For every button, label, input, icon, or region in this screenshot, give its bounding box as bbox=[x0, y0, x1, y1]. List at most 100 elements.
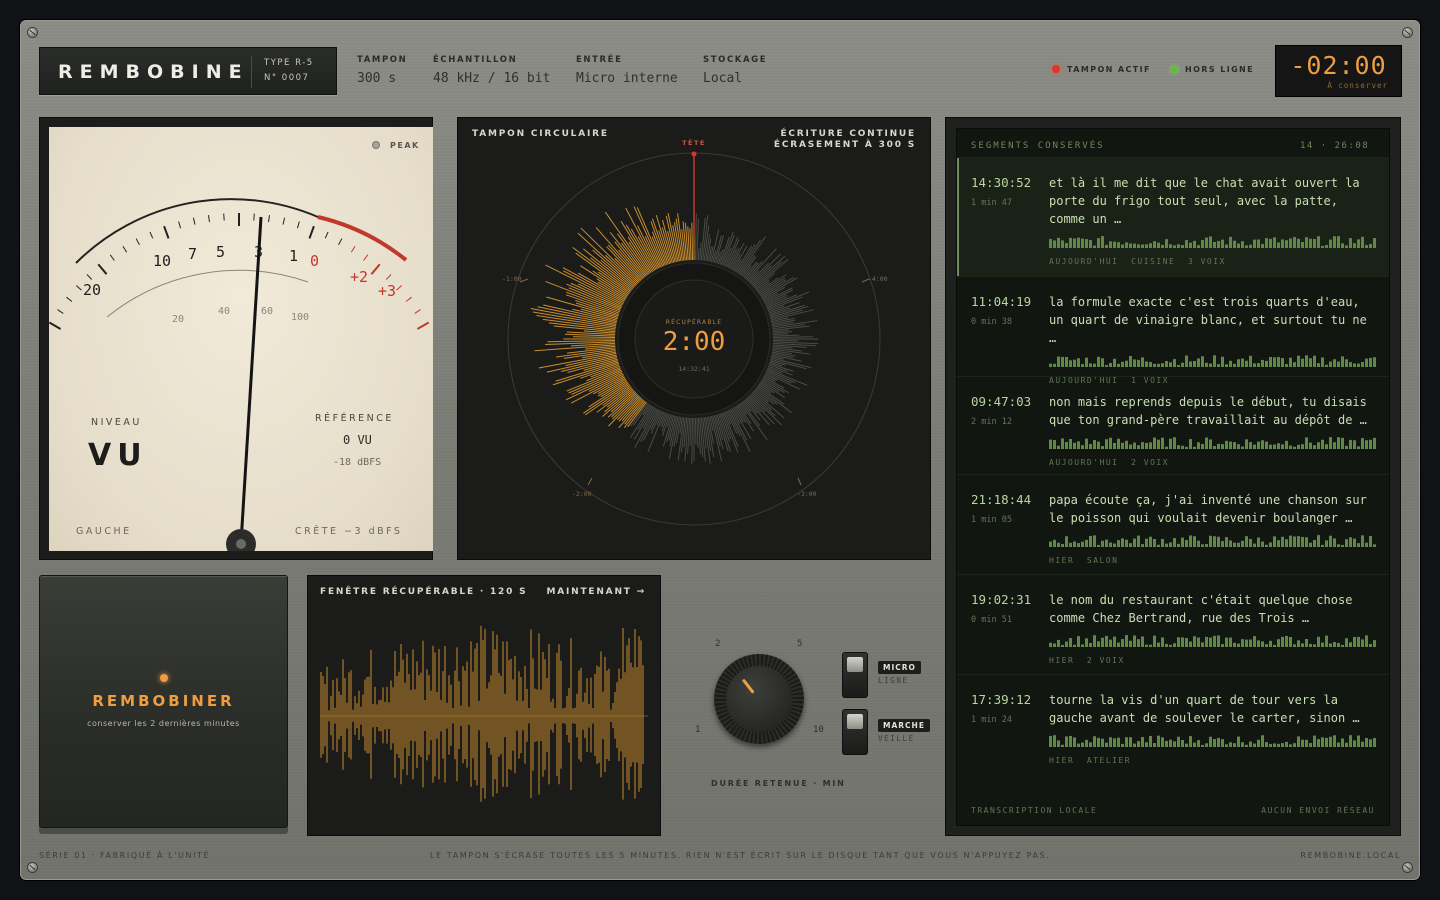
segment-wave-bar bbox=[1153, 437, 1156, 449]
segment-wave-bar bbox=[1165, 361, 1168, 367]
segment-wave-bar bbox=[1065, 356, 1068, 367]
segment-wave-bar bbox=[1337, 742, 1340, 747]
segment-wave-bar bbox=[1113, 358, 1116, 367]
segment-wave-bar bbox=[1141, 442, 1144, 449]
segment-wave-bar bbox=[1285, 741, 1288, 747]
segment-wave-bar bbox=[1205, 543, 1208, 547]
segment-wave-bar bbox=[1201, 544, 1204, 547]
vu-tick bbox=[416, 321, 430, 330]
ring-bar bbox=[772, 334, 800, 337]
segment-time: 11:04:19 bbox=[971, 294, 1032, 309]
segment-wave-bar bbox=[1341, 243, 1344, 248]
duration-knob-group: 2 5 1 10 DURÉE RETENUE · MIN bbox=[680, 630, 844, 790]
footer-series: SÉRIE 01 · FABRIQUÉ À L'UNITÉ bbox=[39, 851, 211, 860]
segment-wave-bar bbox=[1165, 543, 1168, 547]
segment-item[interactable]: 17:39:12 1 min 24 tourne la vis d'un quart… bbox=[957, 674, 1389, 774]
segment-wave-bar bbox=[1189, 361, 1192, 367]
segment-meta: AUJOURD'HUI 2 VOIX bbox=[1049, 458, 1170, 467]
ring-bar bbox=[772, 336, 814, 339]
segment-wave-bar bbox=[1221, 644, 1224, 647]
segment-wave-bar bbox=[1113, 543, 1116, 547]
transcript-line: non mais reprends depuis le début, tu di… bbox=[1049, 395, 1367, 409]
segment-wave-bar bbox=[1313, 445, 1316, 449]
segment-wave-bar bbox=[1325, 635, 1328, 647]
segment-wave-bar bbox=[1165, 239, 1168, 248]
segment-wave-bar bbox=[1213, 355, 1216, 367]
segment-wave-bar bbox=[1297, 640, 1300, 647]
segment-wave-bar bbox=[1117, 540, 1120, 547]
segment-wave-bar bbox=[1337, 437, 1340, 449]
segment-wave-bar bbox=[1193, 636, 1196, 647]
segment-wave-bar bbox=[1245, 639, 1248, 647]
segment-wave-bar bbox=[1281, 358, 1284, 367]
brand-serial: N° 0007 bbox=[264, 73, 310, 83]
segment-wave-bar bbox=[1353, 538, 1356, 547]
segment-item[interactable]: 11:04:19 0 min 38 la formule exacte c'est … bbox=[957, 276, 1389, 385]
segment-wave-bar bbox=[1209, 236, 1212, 248]
segment-wave-bar bbox=[1097, 356, 1100, 367]
segment-wave-bar bbox=[1333, 236, 1336, 248]
segment-waveform bbox=[1049, 236, 1376, 248]
segment-wave-bar bbox=[1121, 244, 1124, 248]
input-toggle-switch[interactable] bbox=[842, 652, 868, 698]
transcript-line: que ton grand-père travaillait au dépôt … bbox=[1049, 413, 1367, 427]
segment-wave-bar bbox=[1217, 443, 1220, 449]
segment-wave-bar bbox=[1189, 535, 1192, 547]
segment-wave-bar bbox=[1321, 544, 1324, 547]
segment-wave-bar bbox=[1305, 237, 1308, 248]
transcript-line: un quart de vinaigre blanc, et surtout t… bbox=[1049, 313, 1367, 327]
rewind-button[interactable]: REMBOBINER conserver les 2 dernières min… bbox=[39, 575, 288, 828]
vu-needle bbox=[239, 216, 263, 544]
segment-wave-bar bbox=[1329, 361, 1332, 367]
segment-wave-bar bbox=[1173, 359, 1176, 367]
power-toggle-switch[interactable] bbox=[842, 709, 868, 755]
segment-wave-bar bbox=[1317, 442, 1320, 449]
spec-label: ENTRÉE bbox=[576, 55, 623, 65]
segment-item[interactable]: 19:02:31 0 min 51 le nom du restaurant c'é… bbox=[957, 574, 1389, 674]
segment-wave-bar bbox=[1353, 740, 1356, 747]
segment-wave-bar bbox=[1373, 738, 1376, 747]
segment-wave-bar bbox=[1089, 363, 1092, 367]
segment-wave-bar bbox=[1273, 743, 1276, 747]
transcript-line: le poisson qui voulait devenir boulanger… bbox=[1049, 511, 1353, 525]
duration-knob[interactable] bbox=[714, 654, 804, 744]
segment-wave-bar bbox=[1249, 442, 1252, 449]
segment-wave-bar bbox=[1049, 238, 1052, 248]
segment-wave-bar bbox=[1193, 446, 1196, 449]
rewind-label: REMBOBINER bbox=[92, 692, 235, 710]
segment-wave-bar bbox=[1245, 536, 1248, 547]
segment-wave-bar bbox=[1141, 357, 1144, 367]
segment-wave-bar bbox=[1293, 236, 1296, 248]
countdown-display: -02:00 À conserver bbox=[1275, 45, 1402, 97]
segment-time: 19:02:31 bbox=[971, 592, 1032, 607]
segment-wave-bar bbox=[1265, 544, 1268, 547]
segment-wave-bar bbox=[1241, 540, 1244, 547]
segment-wave-bar bbox=[1057, 542, 1060, 547]
segment-wave-bar bbox=[1125, 440, 1128, 449]
segment-item[interactable]: 21:18:44 1 min 05 papa écoute ça, j'ai inv… bbox=[957, 474, 1389, 574]
segment-wave-bar bbox=[1321, 357, 1324, 367]
segment-wave-bar bbox=[1077, 636, 1080, 647]
segment-wave-bar bbox=[1313, 355, 1316, 367]
segment-time: 14:30:52 bbox=[971, 175, 1032, 190]
segment-item[interactable]: 09:47:03 2 min 12 non mais reprends depuis… bbox=[957, 376, 1389, 474]
segment-wave-bar bbox=[1169, 438, 1172, 449]
segment-wave-bar bbox=[1305, 639, 1308, 647]
segment-wave-bar bbox=[1157, 439, 1160, 449]
segment-wave-bar bbox=[1165, 740, 1168, 747]
brand-plate: REMBOBINE TYPE R-5 N° 0007 bbox=[39, 47, 337, 95]
segment-wave-bar bbox=[1173, 437, 1176, 449]
segment-wave-bar bbox=[1317, 636, 1320, 647]
vu-tick bbox=[135, 238, 140, 246]
segment-wave-bar bbox=[1373, 640, 1376, 647]
saved-segments-panel: SEGMENTS CONSERVÉS 14 · 26:08 14:30:52 1 … bbox=[945, 117, 1401, 836]
segment-wave-bar bbox=[1373, 544, 1376, 547]
segment-meta: HIER 2 VOIX bbox=[1049, 656, 1125, 665]
segment-wave-bar bbox=[1177, 637, 1180, 647]
knob-value-label: 2 bbox=[715, 639, 721, 649]
segment-wave-bar bbox=[1233, 363, 1236, 367]
segment-wave-bar bbox=[1353, 363, 1356, 367]
segment-waveform bbox=[1049, 735, 1376, 747]
segment-wave-bar bbox=[1093, 535, 1096, 547]
segment-item[interactable]: 14:30:52 1 min 47 et là il me dit que le c… bbox=[957, 157, 1389, 276]
